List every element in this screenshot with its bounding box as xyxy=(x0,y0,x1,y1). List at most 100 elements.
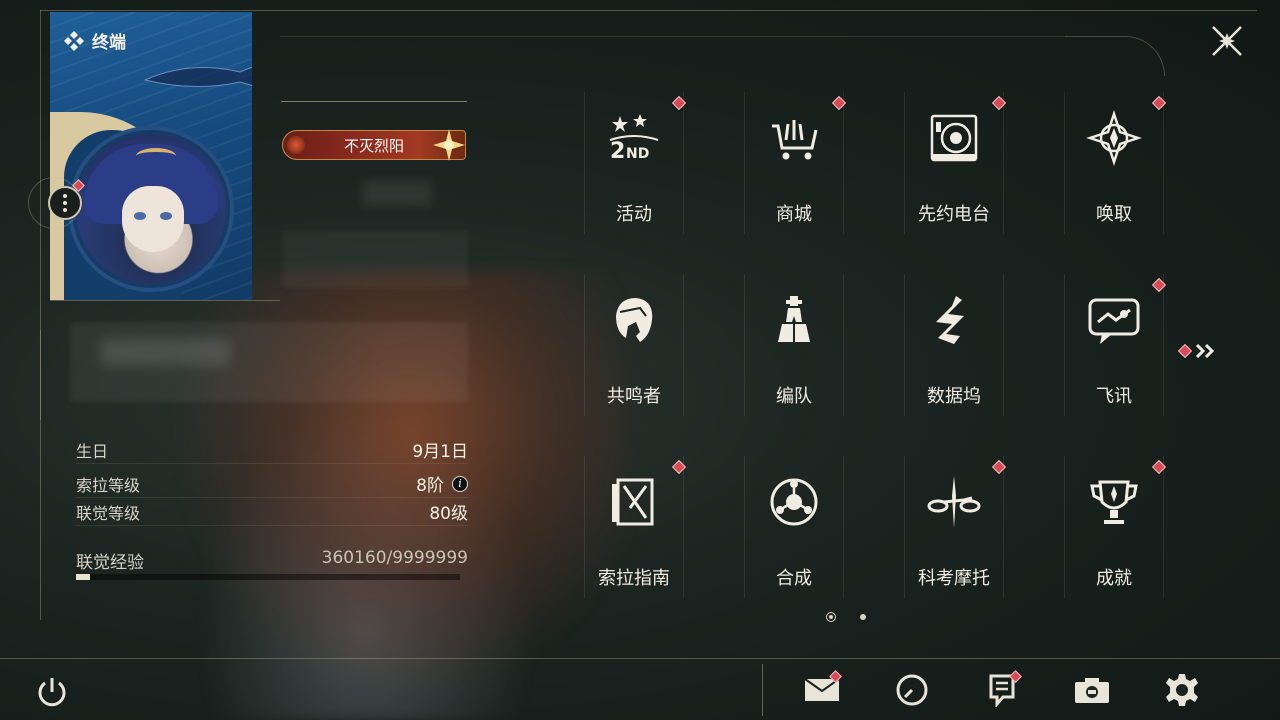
menu-item-data-dock[interactable]: 数据坞 xyxy=(904,274,1004,416)
settings-button[interactable] xyxy=(1162,670,1202,710)
menu-label: 商城 xyxy=(776,204,812,225)
camera-button[interactable] xyxy=(1072,670,1112,710)
motorcycle-icon xyxy=(926,474,982,530)
frame-line xyxy=(40,10,1257,11)
menu-item-synthesis[interactable]: 合成 xyxy=(744,456,844,598)
data-dock-icon xyxy=(926,292,982,348)
frame-corner xyxy=(1065,36,1165,76)
team-chess-icon xyxy=(766,292,822,348)
menu-label: 索拉指南 xyxy=(598,568,670,589)
menu-grid: 2 ND 活动 商城 先约电台 唤取 共鸣者 编队 数据坞 飞讯 索拉指南 合成… xyxy=(584,92,1167,598)
page-dot[interactable] xyxy=(860,614,866,620)
menu-item-activity[interactable]: 2 ND 活动 xyxy=(584,92,687,234)
card-underline xyxy=(50,300,280,301)
birthday-label: 生日 xyxy=(76,441,109,461)
camera-icon xyxy=(1075,678,1109,703)
terminal-title-text: 终端 xyxy=(92,33,126,53)
guide-book-icon xyxy=(606,474,662,530)
starburst-icon xyxy=(433,129,465,161)
union-exp-fill xyxy=(76,574,90,580)
svg-text:2: 2 xyxy=(610,139,625,164)
union-exp-label: 联觉经验 xyxy=(76,553,144,573)
menu-label: 飞讯 xyxy=(1096,386,1132,407)
title-badge[interactable]: 不灭烈阳 xyxy=(282,129,466,161)
avatar-eye xyxy=(134,212,146,220)
menu-label: 数据坞 xyxy=(927,386,981,407)
menu-label: 先约电台 xyxy=(918,204,990,225)
mail-button[interactable] xyxy=(802,670,842,710)
page-dot-active[interactable] xyxy=(826,612,836,622)
birthday-row: 生日 9月1日 xyxy=(76,436,468,464)
trophy-icon xyxy=(1086,474,1142,530)
clock-icon xyxy=(896,674,928,706)
blurred-username xyxy=(362,180,432,206)
frame-line xyxy=(280,36,1066,37)
page-indicator xyxy=(826,612,866,622)
union-level-label: 联觉等级 xyxy=(76,503,141,523)
more-dots-icon xyxy=(63,194,67,198)
menu-label: 成就 xyxy=(1096,568,1132,589)
synthesis-icon xyxy=(766,474,822,530)
menu-item-radio[interactable]: 先约电台 xyxy=(904,92,1007,234)
info-icon[interactable]: i xyxy=(452,475,468,492)
time-button[interactable] xyxy=(892,670,932,710)
next-page-button[interactable] xyxy=(1177,338,1224,364)
radio-icon xyxy=(926,110,982,166)
menu-label: 共鸣者 xyxy=(607,386,661,407)
menu-item-shop[interactable]: 商城 xyxy=(744,92,847,234)
sun-emblem-icon xyxy=(287,136,305,154)
svg-text:ND: ND xyxy=(626,146,649,162)
notification-dot xyxy=(1177,343,1193,359)
menu-label: 合成 xyxy=(776,568,812,589)
union-level-row: 联觉等级 80级 xyxy=(76,498,468,526)
sola-level-row: 索拉等级 8阶 i xyxy=(76,470,468,498)
close-icon xyxy=(1212,26,1242,56)
union-exp-value: 360160/9999999 xyxy=(321,548,468,568)
name-divider xyxy=(281,101,467,102)
profile-card[interactable] xyxy=(50,12,252,300)
decorative-line xyxy=(40,330,41,420)
union-exp-row: 联觉经验 360160/9999999 xyxy=(76,548,468,573)
menu-label: 编队 xyxy=(776,386,812,407)
menu-label: 科考摩托 xyxy=(918,568,990,589)
birthday-value: 9月1日 xyxy=(412,442,468,462)
close-button[interactable] xyxy=(1202,16,1252,66)
shop-cart-icon xyxy=(766,110,822,166)
menu-item-convene[interactable]: 唤取 xyxy=(1064,92,1167,234)
sola-level-value: 8阶 xyxy=(416,476,444,496)
sola-level-label: 索拉等级 xyxy=(76,475,141,495)
avatar-laurel xyxy=(136,148,176,164)
power-button[interactable] xyxy=(32,672,72,712)
blurred-uid xyxy=(282,230,468,288)
menu-item-motorcycle[interactable]: 科考摩托 xyxy=(904,456,1007,598)
frame-line xyxy=(40,10,41,620)
menu-label: 唤取 xyxy=(1096,204,1132,225)
settings-gear-icon xyxy=(1166,674,1198,706)
menu-label: 活动 xyxy=(616,204,652,225)
event-icon: 2 ND xyxy=(606,110,662,166)
convene-icon xyxy=(1086,110,1142,166)
avatar-eye xyxy=(160,212,172,220)
menu-item-message[interactable]: 飞讯 xyxy=(1064,274,1167,416)
bottom-divider xyxy=(762,664,763,716)
double-chevron-right-icon xyxy=(1195,343,1215,359)
power-icon xyxy=(38,678,66,707)
frame-line xyxy=(0,658,1280,659)
stats-panel: 生日 9月1日 索拉等级 8阶 i 联觉等级 80级 xyxy=(76,436,468,526)
title-badge-text: 不灭烈阳 xyxy=(343,136,404,155)
menu-item-guide[interactable]: 索拉指南 xyxy=(584,456,687,598)
diamond-cluster-icon xyxy=(64,30,84,51)
fish-illustration xyxy=(143,66,252,87)
notice-button[interactable] xyxy=(982,670,1022,710)
menu-item-achievement[interactable]: 成就 xyxy=(1064,456,1167,598)
resonator-icon xyxy=(606,292,662,348)
union-level-value: 80级 xyxy=(429,504,468,524)
avatar xyxy=(76,134,226,284)
union-exp-bar xyxy=(76,574,460,580)
menu-item-team[interactable]: 编队 xyxy=(744,274,844,416)
menu-item-resonator[interactable]: 共鸣者 xyxy=(584,274,684,416)
blurred-signature[interactable] xyxy=(70,322,468,402)
terminal-title: 终端 xyxy=(62,28,126,53)
avatar-face xyxy=(122,186,184,252)
message-icon xyxy=(1086,292,1142,348)
